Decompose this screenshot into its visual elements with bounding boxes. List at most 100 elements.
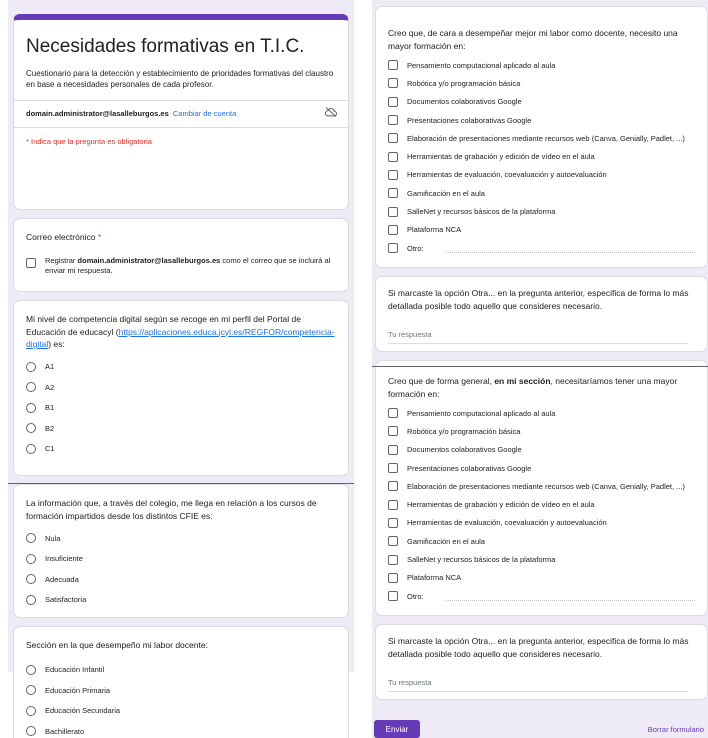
option-label: Elaboración de presentaciones mediante r… <box>407 481 685 491</box>
switch-account-link[interactable]: Cambiar de cuenta <box>173 109 236 118</box>
radio-button[interactable] <box>26 402 36 413</box>
radio-button[interactable] <box>26 553 36 564</box>
radio-button[interactable] <box>26 382 36 393</box>
option-label: Presentaciones colaborativas Google <box>407 115 532 125</box>
option-label: Bachillerato <box>45 726 85 736</box>
checkbox-option[interactable]: Documentos colaborativos Google <box>388 441 695 459</box>
checkbox-option[interactable]: Herramientas de grabación y edición de v… <box>388 495 695 513</box>
section-question-card: Sección en la que desempeño mi labor doc… <box>13 626 349 738</box>
option-a2[interactable]: A2 <box>26 377 336 398</box>
checkbox-option[interactable]: Gamificación en el aula <box>388 184 695 202</box>
checkbox[interactable] <box>388 151 398 162</box>
checkbox-option[interactable]: SalleNet y recursos básicos de la plataf… <box>388 550 695 568</box>
option-b2[interactable]: B2 <box>26 418 336 439</box>
response-input[interactable]: Tu respuesta <box>388 330 688 344</box>
option-label: Documentos colaborativos Google <box>407 445 522 455</box>
checkbox-option[interactable]: Pensamiento computacional aplicado al au… <box>388 56 695 74</box>
radio-button[interactable] <box>26 664 36 675</box>
response-input[interactable]: Tu respuesta <box>388 678 688 692</box>
radio-button[interactable] <box>26 726 36 737</box>
form-description: Cuestionario para la detección y estable… <box>26 69 334 89</box>
cloud-off-icon <box>325 107 338 117</box>
checkbox-option[interactable]: SalleNet y recursos básicos de la plataf… <box>388 202 695 220</box>
checkbox-option[interactable]: Presentaciones colaborativas Google <box>388 111 695 129</box>
option-label: Plataforma NCA <box>407 573 462 583</box>
checkbox-option[interactable]: Robótica y/o programación básica <box>388 74 695 92</box>
checkbox-option[interactable]: Elaboración de presentaciones mediante r… <box>388 477 695 495</box>
checkbox-option[interactable]: Herramientas de grabación y edición de v… <box>388 147 695 165</box>
checkbox[interactable] <box>388 133 398 144</box>
checkbox-option[interactable]: Presentaciones colaborativas Google <box>388 459 695 477</box>
option-label: Educación Primaria <box>45 685 111 695</box>
checkbox-option[interactable]: Plataforma NCA <box>388 569 695 587</box>
checkbox[interactable] <box>388 517 398 528</box>
checkbox[interactable] <box>388 499 398 510</box>
competence-text-end: ) es: <box>48 339 65 349</box>
radio-button[interactable] <box>26 533 36 544</box>
radio-button[interactable] <box>26 423 36 434</box>
radio-button[interactable] <box>26 574 36 585</box>
checkbox[interactable] <box>388 169 398 180</box>
record-email-option[interactable]: Registrar domain.administrator@lasallebu… <box>26 256 336 276</box>
checkbox[interactable] <box>388 463 398 474</box>
checkbox-option[interactable]: Plataforma NCA <box>388 221 695 239</box>
option-insuficiente[interactable]: Insuficiente <box>26 549 336 570</box>
record-email-label: Registrar domain.administrator@lasallebu… <box>45 256 336 276</box>
other-option[interactable]: Otro: <box>388 587 695 605</box>
section-needs-bold: en mi sección <box>494 376 551 386</box>
checkbox[interactable] <box>388 188 398 199</box>
checkbox-option[interactable]: Documentos colaborativos Google <box>388 93 695 111</box>
option-a1[interactable]: A1 <box>26 357 336 378</box>
form-column-right: Creo que, de cara a desempeñar mejor mi … <box>372 0 708 738</box>
checkbox[interactable] <box>388 591 398 602</box>
radio-button[interactable] <box>26 361 36 372</box>
option-nula[interactable]: Nula <box>26 528 336 549</box>
checkbox[interactable] <box>388 572 398 583</box>
checkbox[interactable] <box>388 444 398 455</box>
option-label: Robótica y/o programación básica <box>407 78 521 88</box>
checkbox-option[interactable]: Pensamiento computacional aplicado al au… <box>388 404 695 422</box>
checkbox-option[interactable]: Herramientas de evaluación, coevaluación… <box>388 514 695 532</box>
checkbox[interactable] <box>388 206 398 217</box>
checkbox[interactable] <box>388 408 398 419</box>
option-adecuada[interactable]: Adecuada <box>26 569 336 590</box>
checkbox-option[interactable]: Robótica y/o programación básica <box>388 422 695 440</box>
other-text-input[interactable] <box>445 592 695 601</box>
checkbox[interactable] <box>388 554 398 565</box>
radio-button[interactable] <box>26 685 36 696</box>
checkbox[interactable] <box>388 115 398 126</box>
other-text-input[interactable] <box>445 244 695 253</box>
checkbox[interactable] <box>388 224 398 235</box>
radio-button[interactable] <box>26 443 36 454</box>
checkbox[interactable] <box>388 96 398 107</box>
option-label: Plataforma NCA <box>407 225 462 235</box>
option-c1[interactable]: C1 <box>26 439 336 460</box>
other-option[interactable]: Otro: <box>388 239 695 257</box>
option-label: SalleNet y recursos básicos de la plataf… <box>407 555 556 565</box>
checkbox[interactable] <box>388 536 398 547</box>
clear-form-link[interactable]: Borrar formulario <box>648 725 704 734</box>
option-primaria[interactable]: Educación Primaria <box>26 680 336 701</box>
submit-button[interactable]: Enviar <box>374 720 420 738</box>
option-bachillerato[interactable]: Bachillerato <box>26 721 336 738</box>
email-question-card: Correo electrónico * Registrar domain.ad… <box>13 218 349 292</box>
radio-button[interactable] <box>26 594 36 605</box>
option-secundaria[interactable]: Educación Secundaria <box>26 701 336 722</box>
checkbox[interactable] <box>388 60 398 71</box>
checkbox[interactable] <box>388 243 398 254</box>
question-title: Si marcaste la opción Otra... en la preg… <box>388 636 689 659</box>
checkbox[interactable] <box>388 78 398 89</box>
email-label: Correo electrónico <box>26 232 96 242</box>
radio-button[interactable] <box>26 705 36 716</box>
checkbox-option[interactable]: Elaboración de presentaciones mediante r… <box>388 129 695 147</box>
option-satisfactoria[interactable]: Satisfactoria <box>26 590 336 611</box>
option-label: Pensamiento computacional aplicado al au… <box>407 408 556 418</box>
option-infantil[interactable]: Educación Infantil <box>26 660 336 681</box>
record-email-checkbox[interactable] <box>26 257 36 268</box>
option-b1[interactable]: B1 <box>26 398 336 419</box>
checkbox[interactable] <box>388 481 398 492</box>
option-label: Otro: <box>407 591 424 601</box>
checkbox-option[interactable]: Herramientas de evaluación, coevaluación… <box>388 166 695 184</box>
checkbox-option[interactable]: Gamificación en el aula <box>388 532 695 550</box>
checkbox[interactable] <box>388 426 398 437</box>
